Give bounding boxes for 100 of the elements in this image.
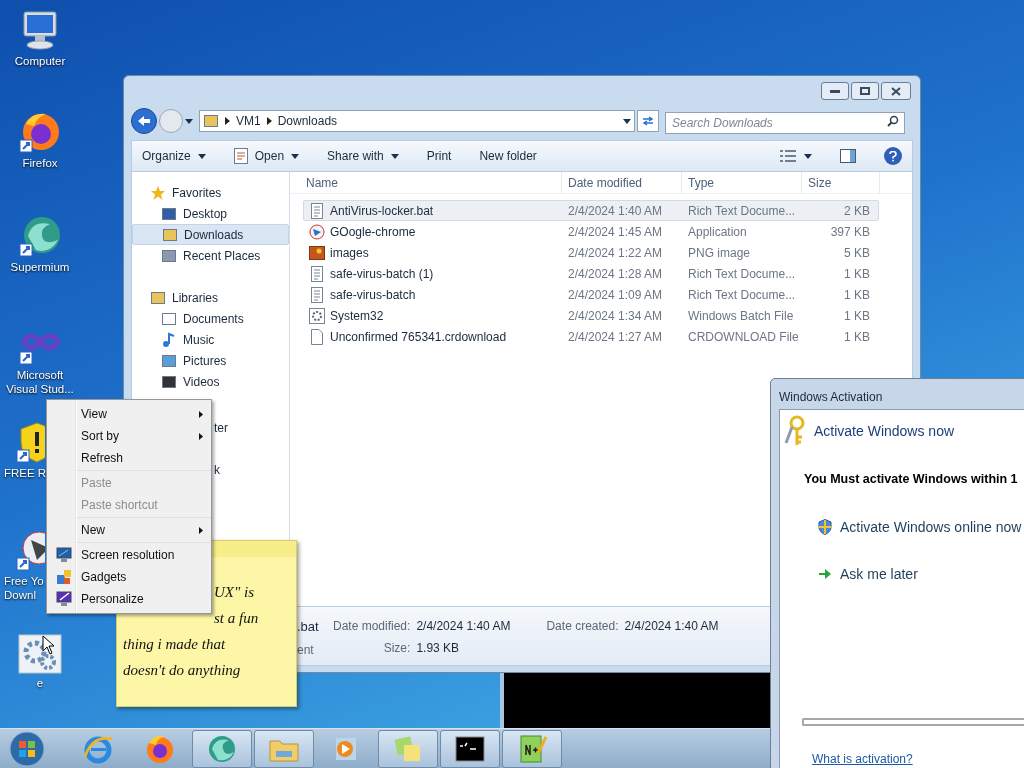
menu-item[interactable]: Screen resolution bbox=[47, 544, 211, 566]
nav-item[interactable]: Recent Places bbox=[132, 245, 289, 266]
desktop-icon-label[interactable]: Free Yo Downl bbox=[0, 574, 44, 602]
gear-file-icon bbox=[309, 307, 325, 324]
nav-item[interactable]: Music bbox=[132, 329, 289, 350]
note-text: st a fun bbox=[213, 609, 260, 628]
monitor-icon bbox=[56, 547, 72, 563]
nav-item[interactable]: Videos bbox=[132, 371, 289, 392]
column-header[interactable]: Date modified bbox=[562, 172, 682, 193]
toolbar-button[interactable]: Organize bbox=[142, 147, 206, 165]
toolbar-button[interactable]: Open bbox=[233, 147, 300, 165]
library-icon bbox=[150, 289, 166, 306]
close-icon bbox=[891, 86, 901, 96]
breadcrumb-item[interactable]: VM1 bbox=[236, 112, 261, 130]
file-name: safe-virus-batch bbox=[330, 286, 416, 304]
swirl-icon bbox=[18, 214, 62, 258]
size-cell-text: 397 KB bbox=[829, 223, 871, 241]
nav-section-header[interactable]: Libraries bbox=[132, 287, 289, 308]
help-icon bbox=[889, 150, 897, 162]
nav-section-header[interactable]: Favorites bbox=[132, 182, 289, 203]
menu-item[interactable]: Personalize bbox=[47, 588, 211, 610]
start-button[interactable] bbox=[6, 729, 48, 768]
preview-pane-button[interactable] bbox=[840, 149, 856, 163]
caret-icon bbox=[197, 153, 206, 159]
film-icon bbox=[161, 373, 177, 390]
command-link[interactable]: Ask me later bbox=[818, 563, 1024, 585]
taskbar-button[interactable] bbox=[440, 729, 500, 768]
arrow-right-icon bbox=[818, 568, 832, 581]
breadcrumb-item[interactable]: Downloads bbox=[277, 112, 338, 130]
address-bar[interactable]: VM1 Downloads bbox=[199, 110, 635, 132]
shield-icon bbox=[15, 420, 45, 464]
file-name: GOogle-chrome bbox=[330, 223, 416, 241]
application-icon bbox=[309, 223, 325, 240]
type-cell-text: CRDOWNLOAD File bbox=[687, 328, 800, 346]
recent-places-icon bbox=[161, 247, 177, 264]
refresh-button[interactable] bbox=[637, 110, 659, 132]
menu-item[interactable]: Gadgets bbox=[47, 566, 211, 588]
mouse-pointer-icon bbox=[42, 635, 56, 655]
search-icon bbox=[887, 115, 899, 127]
file-name: Unconfirmed 765341.crdownload bbox=[330, 328, 507, 346]
nav-item-text[interactable]: ter bbox=[214, 421, 228, 435]
back-button[interactable] bbox=[131, 108, 157, 134]
details-value: 2/4/2024 1:40 AM bbox=[624, 618, 719, 635]
desktop-icon-label[interactable]: Microsoft Visual Stud... bbox=[6, 368, 74, 396]
menu-item[interactable]: View bbox=[47, 403, 211, 425]
music-note-icon bbox=[161, 331, 177, 348]
file-row[interactable]: safe-virus-batch 2/4/2024 1:09 AM Rich Text Docume... 1 KB bbox=[303, 284, 879, 305]
date-cell-text: 2/4/2024 1:27 AM bbox=[567, 328, 664, 346]
menu-item[interactable]: Refresh bbox=[47, 447, 211, 469]
menu-item[interactable]: Sort by bbox=[47, 425, 211, 447]
size-cell-text: 1 KB bbox=[843, 307, 871, 325]
column-header[interactable]: Size bbox=[802, 172, 880, 193]
taskbar-button[interactable] bbox=[502, 729, 562, 768]
command-link[interactable]: Activate Windows online now bbox=[818, 516, 1024, 538]
dialog-heading: Activate Windows now bbox=[814, 421, 955, 441]
view-options-button[interactable] bbox=[780, 150, 812, 162]
file-name: System32 bbox=[330, 307, 384, 325]
document-icon bbox=[309, 265, 325, 282]
toolbar-button[interactable]: Print bbox=[426, 147, 452, 165]
refresh-icon bbox=[641, 115, 655, 127]
menu-item[interactable]: New bbox=[47, 519, 211, 541]
nav-item[interactable]: Documents bbox=[132, 308, 289, 329]
chevron-right-icon bbox=[225, 117, 230, 125]
type-cell-text: Rich Text Docume... bbox=[687, 202, 797, 220]
details-value: 1.93 KB bbox=[416, 640, 461, 657]
nav-item[interactable]: Pictures bbox=[132, 350, 289, 371]
file-row[interactable]: AntiVirus-locker.bat 2/4/2024 1:40 AM Rich Text Docume... 2 KB bbox=[303, 200, 879, 221]
desktop-icon-label[interactable]: Firefox bbox=[22, 156, 58, 170]
help-link[interactable]: What is activation? bbox=[780, 750, 913, 768]
toolbar-button[interactable]: New folder bbox=[479, 147, 537, 165]
file-row[interactable]: Unconfirmed 765341.crdownload 2/4/2024 1:27 AM CRDOWNLOAD File 1 KB bbox=[303, 326, 879, 347]
minimize-button[interactable] bbox=[821, 82, 849, 100]
pane-icon bbox=[840, 149, 856, 163]
desktop-icon-label[interactable]: Computer bbox=[14, 54, 66, 68]
close-button[interactable] bbox=[881, 82, 911, 100]
column-header[interactable]: Name bbox=[290, 172, 562, 193]
restore-button[interactable] bbox=[851, 82, 879, 100]
file-row[interactable]: images 2/4/2024 1:22 AM PNG image 5 KB bbox=[303, 242, 879, 263]
desktop-icon-label[interactable]: Supermium bbox=[10, 260, 70, 274]
toolbar-button[interactable]: Share with bbox=[327, 147, 399, 165]
activation-message: You Must activate Windows within 1 bbox=[803, 471, 1019, 488]
note-text: thing i made that bbox=[122, 635, 227, 654]
date-cell-text: 2/4/2024 1:09 AM bbox=[567, 286, 664, 304]
folder-icon bbox=[162, 226, 178, 243]
desktop-icon-label[interactable]: FREE R bbox=[0, 466, 47, 480]
search-field[interactable]: Search Downloads bbox=[665, 112, 905, 134]
file-row[interactable]: safe-virus-batch (1) 2/4/2024 1:28 AM Rich Text Docume... 1 KB bbox=[303, 263, 879, 284]
nav-item[interactable]: Desktop bbox=[132, 203, 289, 224]
nav-item-text[interactable]: k bbox=[214, 463, 220, 477]
folder-icon bbox=[203, 113, 219, 129]
star-icon bbox=[150, 184, 166, 201]
shield-icon bbox=[818, 519, 832, 536]
date-cell-text: 2/4/2024 1:28 AM bbox=[567, 265, 664, 283]
desktop-icon-label[interactable]: e bbox=[36, 676, 44, 690]
column-header[interactable]: Type bbox=[682, 172, 802, 193]
nav-item[interactable]: Downloads bbox=[132, 224, 289, 245]
chevron-right-icon bbox=[266, 117, 272, 125]
file-row[interactable]: System32 2/4/2024 1:34 AM Windows Batch File 1 KB bbox=[303, 305, 879, 326]
help-button[interactable] bbox=[884, 147, 902, 165]
file-row[interactable]: GOogle-chrome 2/4/2024 1:45 AM Application 397 KB bbox=[303, 221, 879, 242]
